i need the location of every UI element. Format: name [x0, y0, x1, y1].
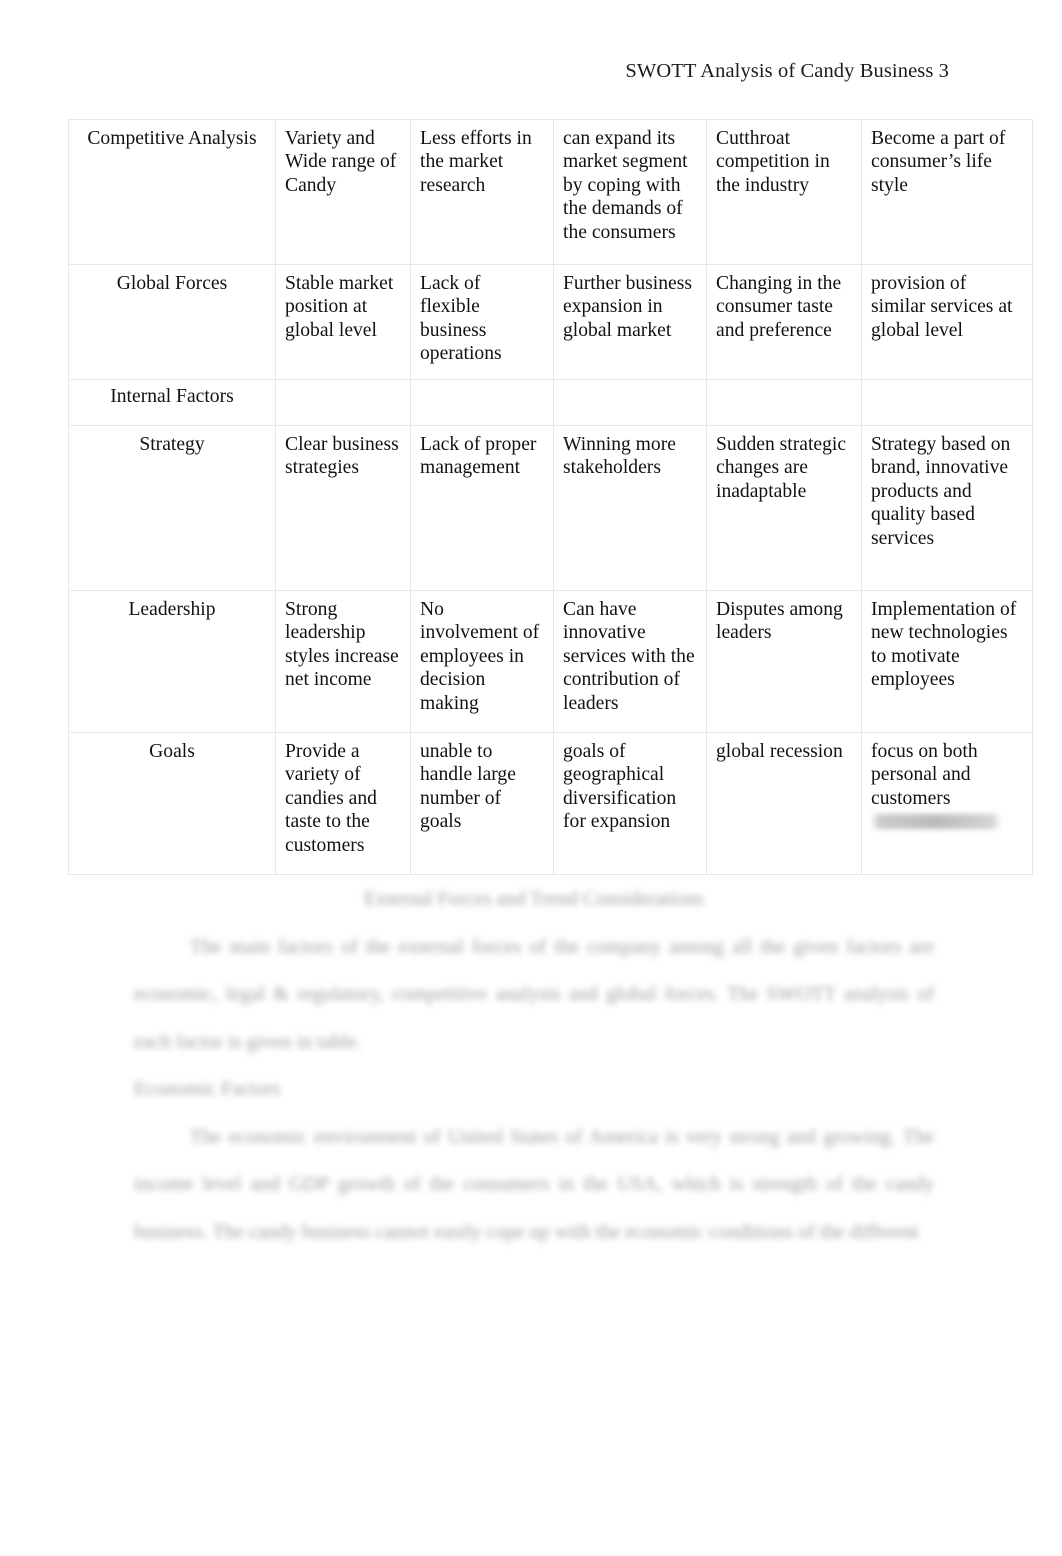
- table-row-goals: Goals Provide a variety of candies and t…: [68, 732, 1033, 875]
- cell-trend: Strategy based on brand, innovative prod…: [861, 425, 1033, 591]
- cell-opportunity: Further business expansion in global mar…: [553, 264, 707, 380]
- cell-threat: Sudden strategic changes are inadaptable: [706, 425, 862, 591]
- table-row-strategy: Strategy Clear business strategies Lack …: [68, 425, 1033, 591]
- paragraph-external-forces: The main factors of the external forces …: [134, 935, 934, 1053]
- cell-weakness: unable to handle large number of goals: [410, 732, 554, 875]
- cell-strength: Clear business strategies: [275, 425, 411, 591]
- cell-opportunity: goals of geographical diversification fo…: [553, 732, 707, 875]
- cell-threat: Changing in the consumer taste and prefe…: [706, 264, 862, 380]
- cell-strength: Strong leadership styles increase net in…: [275, 590, 411, 733]
- cell-threat: global recession: [706, 732, 862, 875]
- body-copy-blurred: External Forces and Trend Considerations…: [134, 876, 934, 1256]
- cell-trend: [861, 379, 1033, 426]
- table-row-global-forces: Global Forces Stable market position at …: [68, 264, 1033, 380]
- cell-strength: Variety and Wide range of Candy: [275, 119, 411, 265]
- row-label: Goals: [68, 732, 276, 875]
- cell-threat: Cutthroat competition in the industry: [706, 119, 862, 265]
- cell-strength: [275, 379, 411, 426]
- cell-trend: Become a part of consumer’s life style: [861, 119, 1033, 265]
- cell-trend-text: focus on both personal and customers: [871, 741, 978, 809]
- cell-trend: Implementation of new technologies to mo…: [861, 590, 1033, 733]
- swott-analysis-table: Competitive Analysis Variety and Wide ra…: [68, 119, 1033, 875]
- cell-strength: Stable market position at global level: [275, 264, 411, 380]
- cell-weakness: Lack of flexible business operations: [410, 264, 554, 380]
- section-heading: External Forces and Trend Considerations: [364, 888, 704, 910]
- cell-strength: Provide a variety of candies and taste t…: [275, 732, 411, 875]
- cell-opportunity: Winning more stakeholders: [553, 425, 707, 591]
- cell-opportunity: [553, 379, 707, 426]
- running-header: SWOTT Analysis of Candy Business 3: [625, 60, 949, 82]
- row-label: Leadership: [68, 590, 276, 733]
- cell-trend: provision of similar services at global …: [861, 264, 1033, 380]
- table-row-internal-factors: Internal Factors: [68, 379, 1033, 426]
- document-page: SWOTT Analysis of Candy Business 3 Compe…: [0, 0, 1062, 1556]
- cell-trend: focus on both personal and customers ████…: [861, 732, 1033, 875]
- cell-threat: [706, 379, 862, 426]
- cell-opportunity: can expand its market segment by coping …: [553, 119, 707, 265]
- cell-opportunity: Can have innovative services with the co…: [553, 590, 707, 733]
- cell-weakness: [410, 379, 554, 426]
- cell-weakness: Less efforts in the market research: [410, 119, 554, 265]
- table-row-leadership: Leadership Strong leadership styles incr…: [68, 590, 1033, 733]
- redacted-text-line: ████████████: [871, 814, 1002, 830]
- cell-threat: Disputes among leaders: [706, 590, 862, 733]
- row-label: Competitive Analysis: [68, 119, 276, 265]
- cell-weakness: Lack of proper management: [410, 425, 554, 591]
- table-row-competitive-analysis: Competitive Analysis Variety and Wide ra…: [68, 119, 1033, 265]
- cell-weakness: No involvement of employees in decision …: [410, 590, 554, 733]
- subheading-economic-factors: Economic Factors: [134, 1078, 281, 1100]
- row-label: Strategy: [68, 425, 276, 591]
- paragraph-economic-factors: The economic environment of United State…: [134, 1125, 934, 1243]
- row-label: Global Forces: [68, 264, 276, 380]
- section-row-label: Internal Factors: [68, 379, 276, 426]
